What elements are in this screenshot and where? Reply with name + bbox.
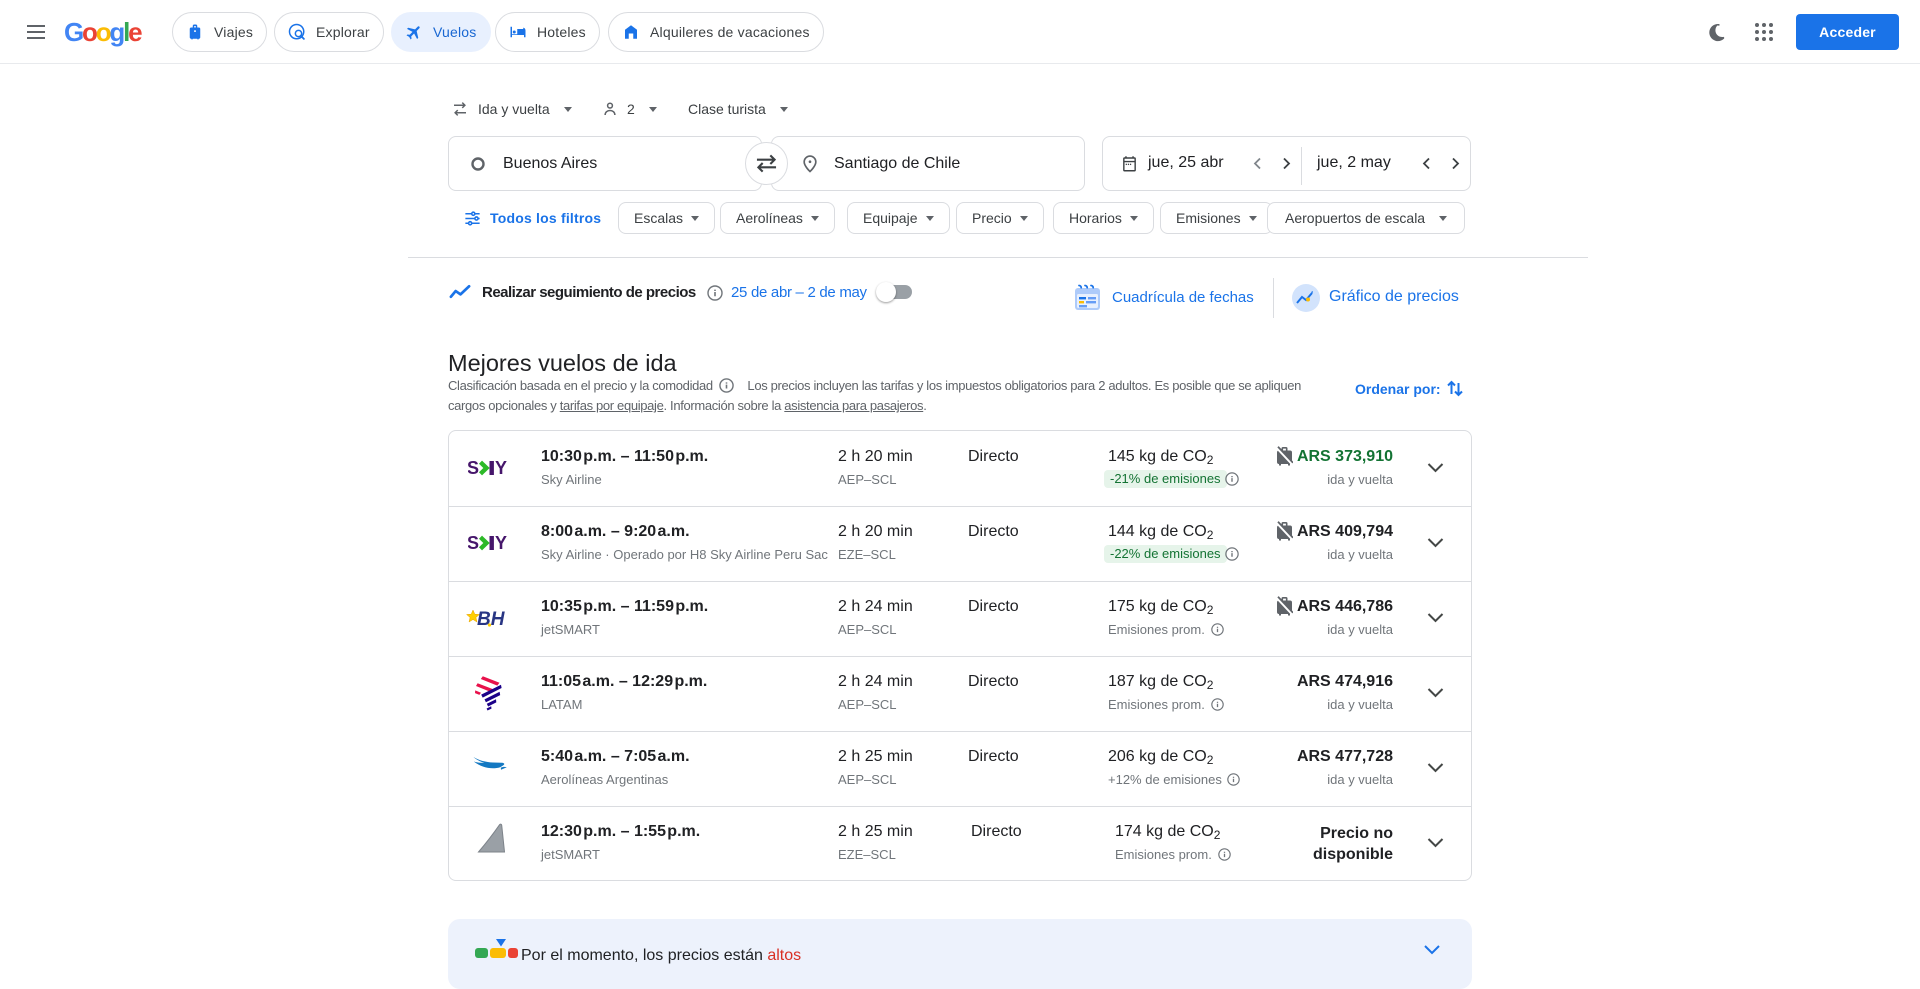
svg-text:Y: Y [495,459,507,477]
svg-text:S: S [468,459,479,477]
svg-text:BH: BH [477,609,506,630]
svg-text:S: S [468,534,479,552]
svg-text:Y: Y [495,534,507,552]
